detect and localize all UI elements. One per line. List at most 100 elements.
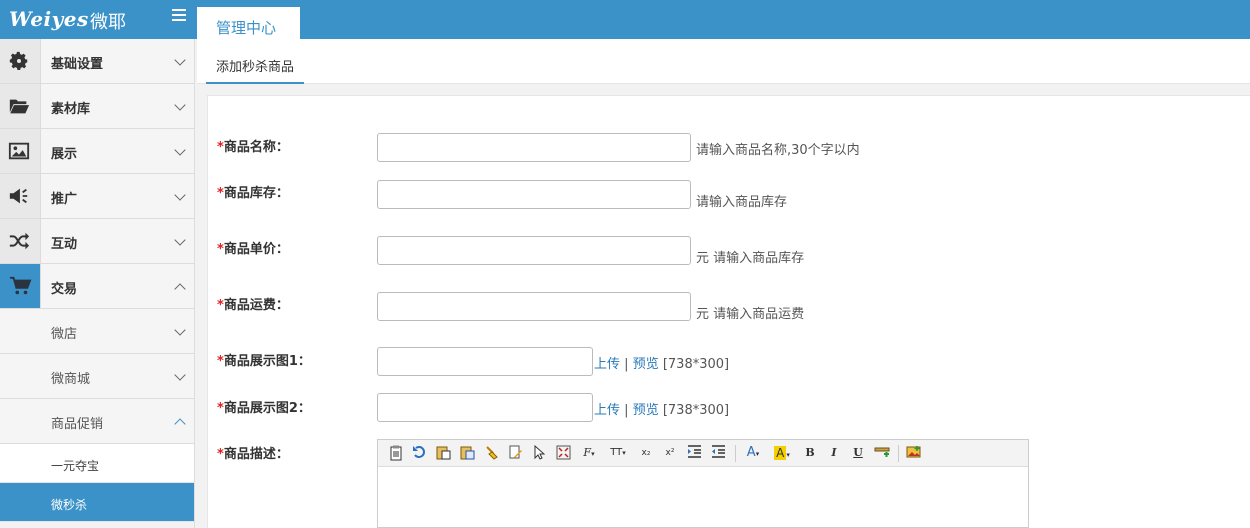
- outdent-icon[interactable]: [710, 445, 726, 461]
- product-price-label: *商品单价：: [217, 242, 289, 257]
- product-name-label: *商品名称：: [217, 140, 289, 155]
- horizontal-rule-icon[interactable]: [874, 445, 890, 461]
- megaphone-icon: [0, 174, 41, 218]
- sidebar-sub-item-microshop[interactable]: 微店: [0, 309, 194, 354]
- sidebar-item-trade[interactable]: 交易: [0, 264, 194, 309]
- sidebar-item-basic-settings[interactable]: 基础设置: [0, 39, 194, 84]
- required-mark: *: [217, 401, 224, 416]
- preview-link[interactable]: 预览: [633, 357, 659, 372]
- folder-open-icon: [0, 84, 41, 128]
- underline-icon[interactable]: U: [850, 445, 866, 461]
- fullscreen-icon[interactable]: [555, 445, 571, 461]
- product-name-input[interactable]: [377, 133, 691, 162]
- clipboard-icon[interactable]: [388, 445, 404, 461]
- separator: |: [624, 357, 629, 372]
- logo-cn: 微耶: [90, 12, 126, 33]
- product-description-label: *商品描述：: [217, 447, 289, 462]
- clear-format-icon[interactable]: [483, 445, 499, 461]
- sidebar-item-materials[interactable]: 素材库: [0, 84, 194, 129]
- tab-label: 添加秒杀商品: [216, 60, 295, 75]
- image-size-hint: [738*300]: [662, 403, 730, 418]
- indent-icon[interactable]: [686, 445, 702, 461]
- sidebar-item-label: 互动: [51, 237, 78, 252]
- sidebar-item-label: 素材库: [51, 102, 91, 117]
- required-mark: *: [217, 140, 224, 155]
- logo-text: Weiyes: [9, 7, 89, 31]
- sidebar-item-display[interactable]: 展示: [0, 129, 194, 174]
- product-price-hint: 元 请输入商品库存: [696, 251, 805, 266]
- product-stock-hint: 请输入商品库存: [696, 195, 788, 210]
- upload-link[interactable]: 上传: [594, 403, 620, 418]
- font-color-icon[interactable]: A▾: [742, 445, 764, 461]
- logo[interactable]: Weiyes 微耶: [0, 0, 195, 39]
- highlight-color-icon[interactable]: A ▾: [771, 445, 793, 461]
- sidebar-item-promotion[interactable]: 推广: [0, 174, 194, 219]
- undo-icon[interactable]: [411, 445, 427, 461]
- toolbar-separator: [735, 445, 736, 462]
- insert-image-icon[interactable]: [906, 445, 922, 461]
- chevron-down-icon: [174, 54, 186, 66]
- bold-icon[interactable]: B: [802, 445, 818, 461]
- toolbar-separator: [898, 445, 899, 462]
- cart-icon: [0, 264, 41, 308]
- sidebar-sub-item-micromall[interactable]: 微商城: [0, 354, 194, 399]
- required-mark: *: [217, 242, 224, 257]
- subscript-icon[interactable]: x₂: [638, 445, 654, 461]
- unit-label: 元: [696, 307, 710, 322]
- menu-toggle-icon[interactable]: [172, 9, 186, 25]
- italic-icon[interactable]: I: [826, 445, 842, 461]
- sidebar-sub-item-one-yuan[interactable]: 一元夺宝: [0, 444, 194, 483]
- tab-add-flash-sale-product[interactable]: 添加秒杀商品: [206, 39, 304, 84]
- chevron-down-icon: [174, 324, 186, 336]
- product-stock-input[interactable]: [377, 180, 691, 209]
- image-icon: [0, 129, 41, 173]
- product-name-hint: 请输入商品名称,30个字以内: [696, 143, 860, 158]
- chevron-down-icon: [174, 234, 186, 246]
- chevron-up-icon: [174, 418, 186, 430]
- rich-text-editor: F▾ TT▾ x₂ x² A▾ A ▾ B I U: [377, 439, 1029, 528]
- sidebar-item-label: 一元夺宝: [51, 459, 100, 473]
- product-shipping-input[interactable]: [377, 292, 691, 321]
- separator: |: [624, 403, 629, 418]
- font-family-icon[interactable]: F▾: [579, 445, 599, 461]
- required-mark: *: [217, 186, 224, 201]
- editor-body[interactable]: [378, 467, 1028, 527]
- unit-label: 元: [696, 251, 710, 266]
- upload-link[interactable]: 上传: [594, 357, 620, 372]
- chevron-down-icon: [174, 144, 186, 156]
- sidebar-item-label: 微店: [51, 327, 78, 342]
- sidebar-item-label: 基础设置: [51, 57, 104, 72]
- required-mark: *: [217, 298, 224, 313]
- format-painter-icon[interactable]: [507, 445, 523, 461]
- paste-word-icon[interactable]: [459, 445, 475, 461]
- select-icon[interactable]: [531, 444, 547, 461]
- font-size-icon[interactable]: TT▾: [607, 445, 629, 461]
- product-image2-input[interactable]: [377, 393, 593, 422]
- subtab-bar: 添加秒杀商品: [197, 39, 1250, 84]
- product-stock-label: *商品库存：: [217, 186, 289, 201]
- chevron-down-icon: [174, 369, 186, 381]
- tab-management-center[interactable]: 管理中心: [197, 4, 300, 39]
- chevron-down-icon: [174, 189, 186, 201]
- chevron-up-icon: [174, 283, 186, 295]
- product-price-input[interactable]: [377, 236, 691, 265]
- required-mark: *: [217, 354, 224, 369]
- product-shipping-hint: 元 请输入商品运费: [696, 307, 805, 322]
- sidebar-sub-item-flash-sale[interactable]: 微秒杀: [0, 483, 194, 522]
- sidebar-item-label: 微秒杀: [51, 498, 88, 512]
- product-shipping-label: *商品运费：: [217, 298, 289, 313]
- preview-link[interactable]: 预览: [633, 403, 659, 418]
- tab-label: 管理中心: [216, 19, 277, 37]
- sidebar: 基础设置 素材库 展示 推广 互动 交易 微店 微商城 商品促销 一元夺宝 微秒…: [0, 39, 195, 528]
- gear-icon: [0, 39, 41, 83]
- superscript-icon[interactable]: x²: [662, 445, 678, 461]
- product-image2-label: *商品展示图2：: [217, 401, 311, 416]
- required-mark: *: [217, 447, 224, 462]
- product-image1-label: *商品展示图1：: [217, 354, 311, 369]
- sidebar-item-label: 展示: [51, 147, 78, 162]
- sidebar-item-interaction[interactable]: 互动: [0, 219, 194, 264]
- sidebar-item-label: 交易: [51, 282, 78, 297]
- sidebar-sub-item-product-promotion[interactable]: 商品促销: [0, 399, 194, 444]
- paste-icon[interactable]: [435, 445, 451, 461]
- product-image1-input[interactable]: [377, 347, 593, 376]
